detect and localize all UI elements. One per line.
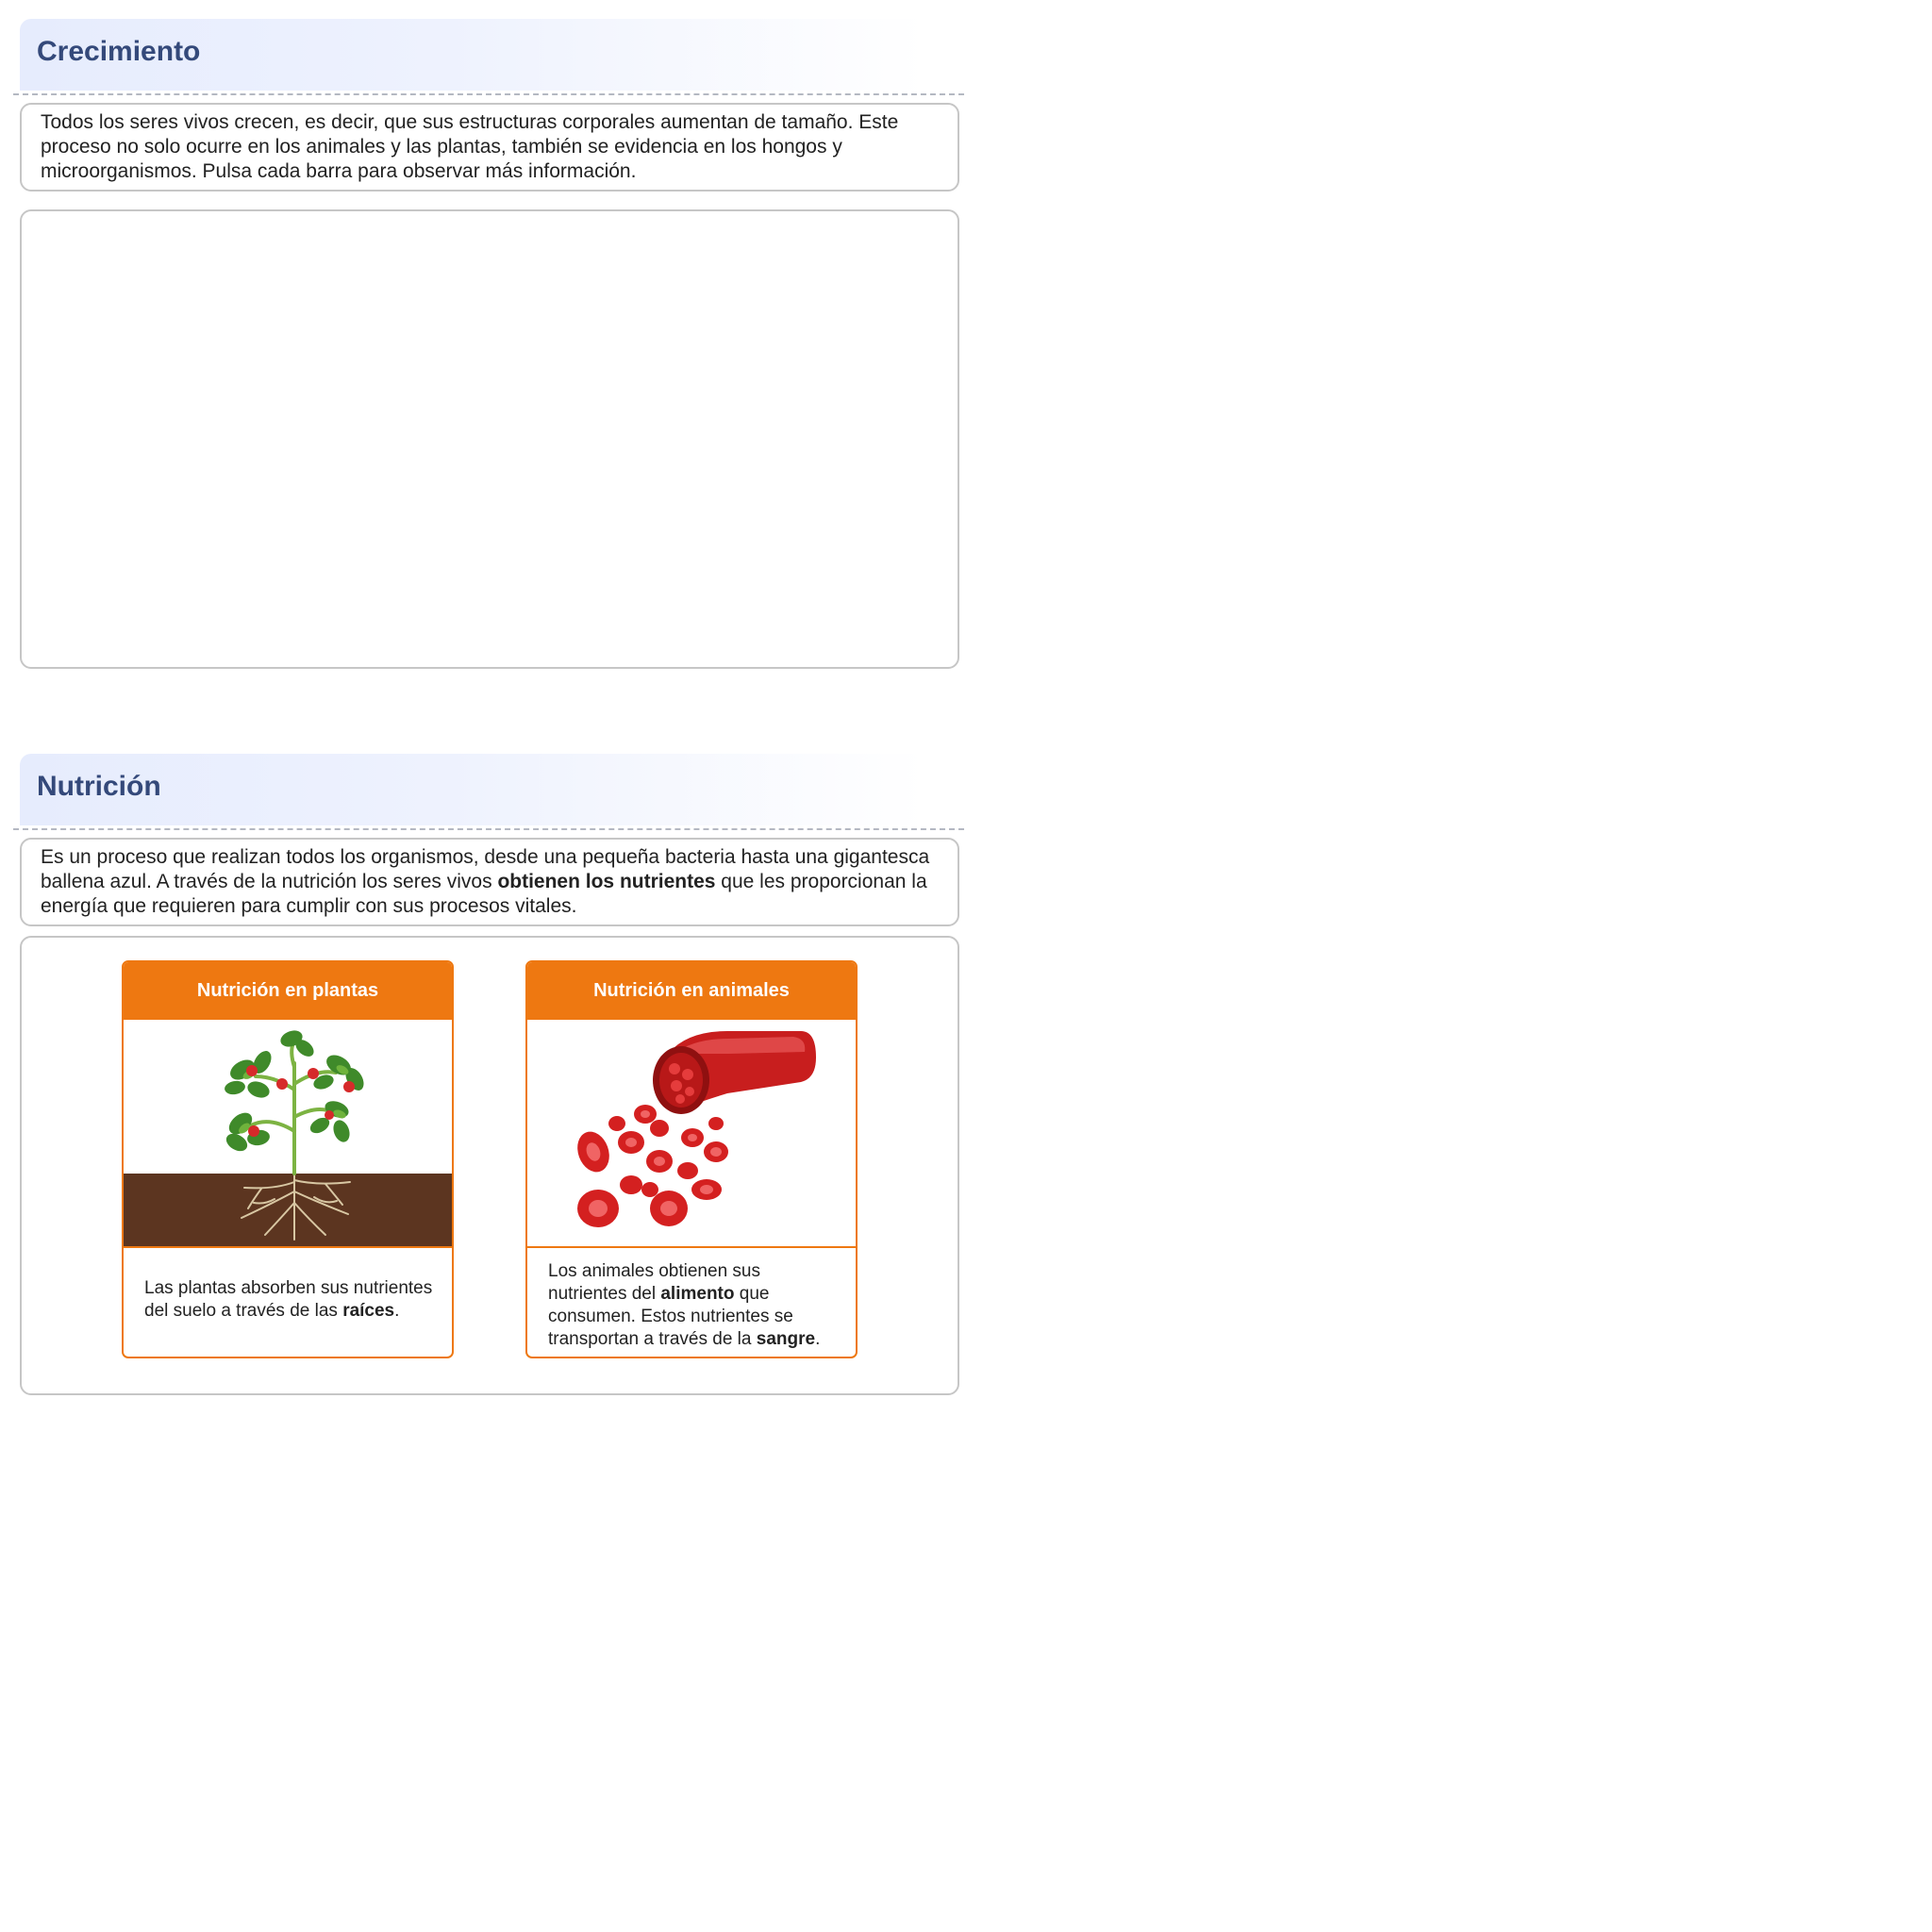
nutrition-description-bold: obtienen los nutrientes bbox=[497, 871, 716, 892]
plant-text-after: . bbox=[394, 1301, 400, 1321]
plant-image bbox=[124, 1020, 452, 1246]
nutrition-header-divider bbox=[13, 828, 964, 830]
plant-nutrition-card-title: Nutrición en plantas bbox=[196, 980, 379, 1001]
nutrition-description-box: Es un proceso que realizan todos los org… bbox=[20, 838, 959, 926]
blood-image bbox=[527, 1020, 856, 1246]
blood-vessel-icon bbox=[577, 1031, 816, 1227]
growth-description-box: Todos los seres vivos crecen, es decir, … bbox=[20, 103, 959, 192]
animal-card-divider bbox=[527, 1246, 856, 1248]
growth-section-title: Crecimiento bbox=[37, 36, 201, 67]
tomato-plant-icon bbox=[124, 1030, 452, 1246]
nutrition-cards-panel: Nutrición en plantas Las plantas absorbe… bbox=[20, 936, 959, 1395]
animal-nutrition-card-header: Nutrición en animales bbox=[527, 962, 856, 1020]
plant-nutrition-description: Las plantas absorben sus nutrientes del … bbox=[144, 1277, 433, 1323]
animal-nutrition-description: Los animales obtienen sus nutrientes del… bbox=[548, 1260, 841, 1351]
nutrition-section-header: Nutrición bbox=[20, 754, 963, 825]
animal-text-after: . bbox=[815, 1329, 821, 1349]
animal-text-bold-2: sangre bbox=[756, 1329, 816, 1349]
growth-section-header: Crecimiento bbox=[20, 19, 963, 91]
nutrition-section-title: Nutrición bbox=[37, 771, 161, 802]
growth-description-text: Todos los seres vivos crecen, es decir, … bbox=[41, 111, 899, 182]
animal-text-bold: alimento bbox=[660, 1284, 735, 1304]
growth-interactive-panel[interactable] bbox=[20, 209, 959, 669]
animal-nutrition-card[interactable]: Nutrición en animales Los animales obtie… bbox=[525, 960, 858, 1358]
growth-header-divider bbox=[13, 93, 964, 95]
plant-card-divider bbox=[124, 1246, 452, 1248]
animal-nutrition-card-title: Nutrición en animales bbox=[593, 980, 790, 1001]
plant-nutrition-card[interactable]: Nutrición en plantas Las plantas absorbe… bbox=[122, 960, 454, 1358]
plant-nutrition-card-header: Nutrición en plantas bbox=[124, 962, 452, 1020]
plant-text-bold: raíces bbox=[342, 1301, 395, 1321]
